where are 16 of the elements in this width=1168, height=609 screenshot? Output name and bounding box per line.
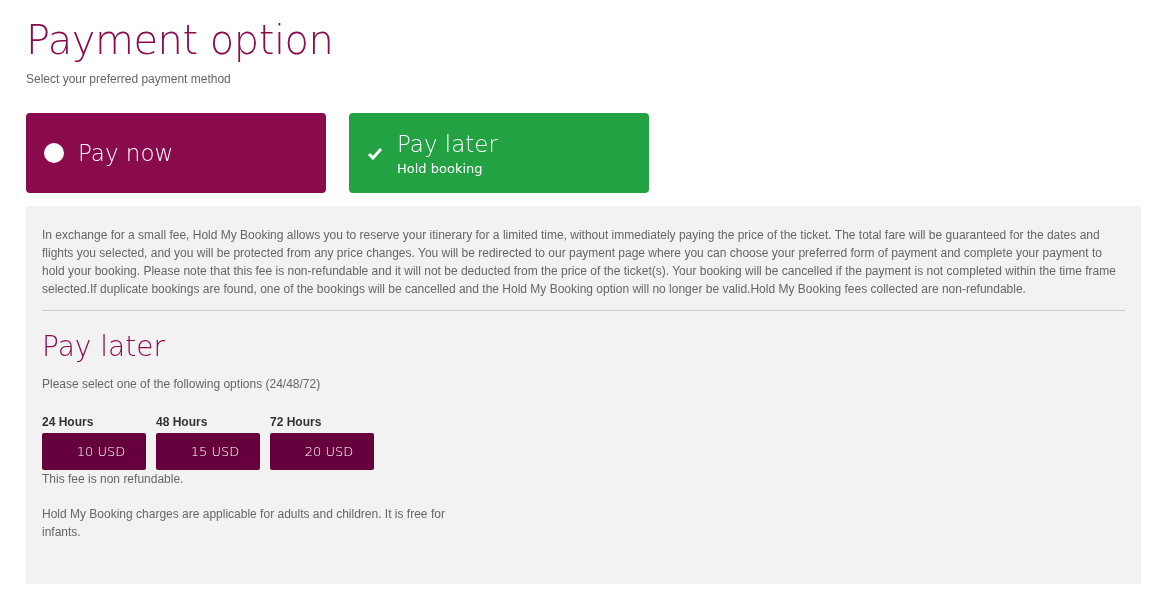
fee-button[interactable]: 20 USD xyxy=(270,433,374,470)
fee-note: This fee is non refundable. xyxy=(42,472,185,486)
fee-button[interactable]: 15 USD xyxy=(156,433,260,470)
radio-circle-icon xyxy=(44,143,64,163)
instruction-text: Please select one of the following options (24/48/72) xyxy=(42,377,322,391)
fee-button[interactable]: 10 USD xyxy=(42,433,146,470)
page-subtitle: Select your preferred payment method xyxy=(26,72,232,86)
page-title: Payment option xyxy=(26,16,335,65)
check-icon xyxy=(367,146,383,160)
section-heading: Pay later xyxy=(42,329,166,365)
payment-option[interactable]: Pay now xyxy=(26,113,326,193)
duration-label: 72 Hours xyxy=(270,415,323,429)
duration-label: 24 Hours xyxy=(42,415,95,429)
duration-label: 48 Hours xyxy=(156,415,209,429)
description-text: In exchange for a small fee, Hold My Booking allows you to reserve your itinerary for a limited time, without immediately paying the price of the ticket. The total fare will be guaranteed for the dates and flights you selected, and you will be protected from any price changes. You will be redirected to our payment page where you can choose your preferred form of payment and complete your payment to hold your booking. Please note that this fee is non-refundable and it will not be deducted from the price of the ticket(s). Your booking will be cancelled if the payment is not completed within the time frame selected.If duplicate bookings are found, one of the bookings will be cancelled and the Hold My Booking option will no longer be valid.Hold My Booking fees collected are non-refundable. xyxy=(42,227,1117,298)
charges-note: Hold My Booking charges are applicable for adults and children. It is free for infants. xyxy=(42,506,446,541)
